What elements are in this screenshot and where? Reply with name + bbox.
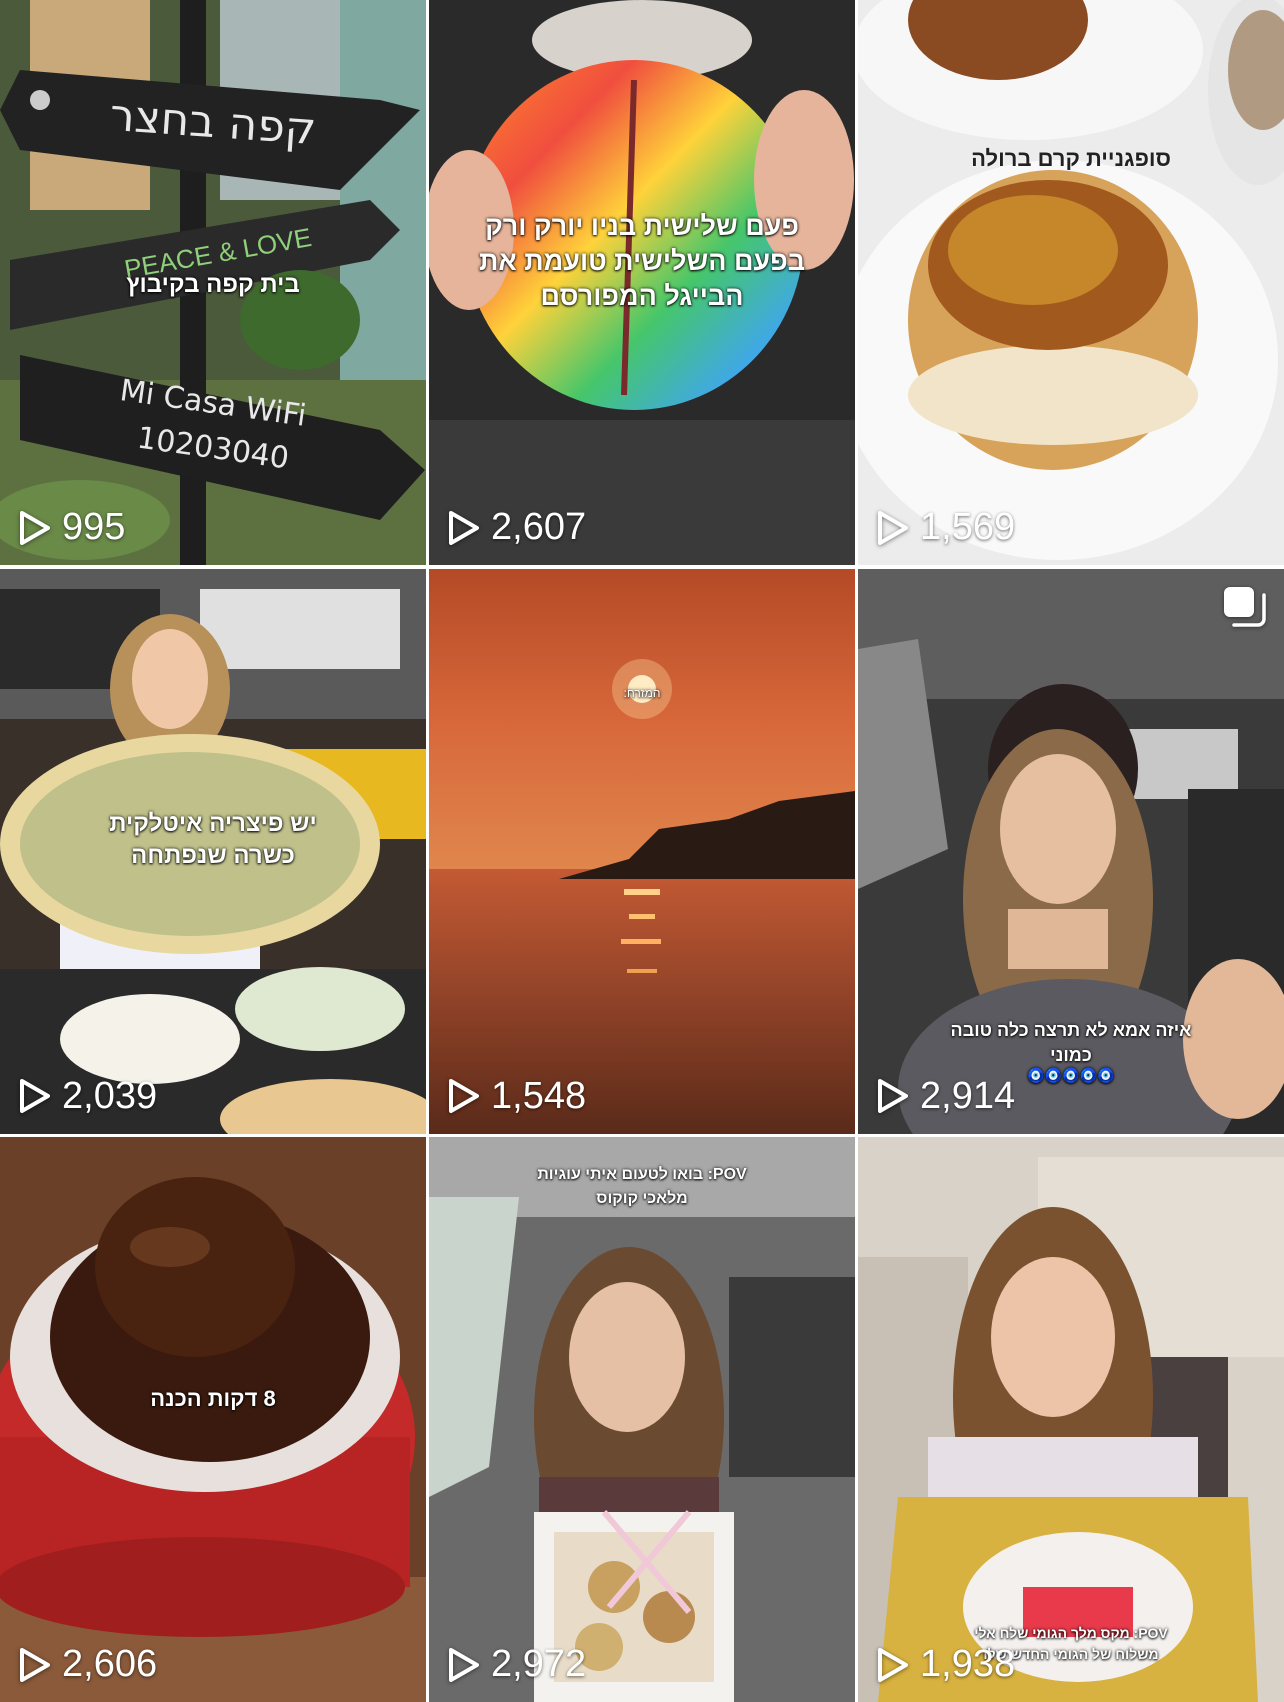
post-thumbnail: [0, 1137, 426, 1702]
play-icon: [18, 509, 52, 547]
post-tile[interactable]: פעם שלישית בניו יורק ורק בפעם השלישית טו…: [429, 0, 855, 565]
view-count-text: 2,039: [62, 1074, 158, 1117]
view-count: 1,938: [876, 1643, 1015, 1686]
post-caption: בית קפה בקיבוץ: [126, 271, 300, 298]
post-thumbnail: [429, 568, 855, 1134]
view-count: 995: [18, 506, 125, 549]
play-icon: [876, 1077, 910, 1115]
view-count: 2,039: [18, 1075, 157, 1118]
post-tile[interactable]: יש פיצריה איטלקית כשרה שנפתחה 2,039: [0, 568, 426, 1134]
post-caption-line-3: הבייגל המפורסם: [540, 281, 744, 311]
post-caption: המזרח:: [623, 685, 661, 700]
view-count-text: 995: [62, 506, 126, 548]
post-tile[interactable]: סופגניית קרם ברולה 1,569: [858, 0, 1284, 565]
view-count: 2,914: [876, 1075, 1015, 1118]
play-icon: [447, 1646, 481, 1684]
post-caption-line-2: בפעם השלישית טועמת את: [478, 246, 806, 276]
post-caption-line-1: פעם שלישית בניו יורק ורק: [485, 211, 799, 241]
play-icon: [876, 1646, 910, 1684]
play-icon: [876, 509, 910, 547]
view-count-text: 2,914: [920, 1074, 1016, 1117]
view-count: 1,569: [876, 506, 1015, 549]
post-tile[interactable]: POV: בואו לטעום איתי עוגיות מלאכי קוקוס …: [429, 1137, 855, 1702]
play-icon: [18, 1077, 52, 1115]
post-tile[interactable]: המזרח: 1,548: [429, 568, 855, 1134]
post-caption: סופגניית קרם ברולה: [971, 146, 1171, 171]
posts-grid: קפה בחצר PEACE & LOVE בית קפה בקיבוץ Mi …: [0, 0, 1284, 1702]
view-count-text: 1,938: [920, 1643, 1016, 1685]
view-count: 2,606: [18, 1643, 157, 1686]
post-caption-line-2: כמוני: [1050, 1044, 1092, 1065]
view-count: 2,972: [447, 1643, 586, 1686]
view-count-text: 2,972: [491, 1643, 587, 1685]
post-tile[interactable]: איזה אמא לא תרצה כלה טובה כמוני 🧿🧿🧿🧿🧿 2,…: [858, 568, 1284, 1134]
view-count: 1,548: [447, 1075, 586, 1118]
play-icon: [18, 1646, 52, 1684]
play-icon: [447, 509, 481, 547]
post-caption-line-1: איזה אמא לא תרצה כלה טובה: [950, 1019, 1192, 1040]
post-caption: 8 דקות הכנה: [150, 1386, 276, 1411]
post-tile[interactable]: 8 דקות הכנה 2,606: [0, 1137, 426, 1702]
post-caption-line-1: POV: בואו לטעום איתי עוגיות: [537, 1166, 747, 1183]
view-count-text: 2,607: [491, 506, 587, 548]
carousel-icon: [1222, 585, 1266, 629]
post-thumbnail: [429, 1137, 855, 1702]
post-tile[interactable]: POV: מקס מלך הגומי שלח אלי משלוח של הגומ…: [858, 1137, 1284, 1702]
post-caption-line-2: כשרה שנפתחה: [131, 841, 295, 869]
view-count-text: 2,606: [62, 1643, 158, 1685]
post-thumbnail: [858, 0, 1284, 565]
post-caption-line-1: POV: מקס מלך הגומי שלח אלי: [974, 1625, 1168, 1641]
play-icon: [447, 1077, 481, 1115]
view-count-text: 1,548: [491, 1074, 587, 1117]
post-caption-line-2: מלאכי קוקוס: [596, 1190, 688, 1207]
view-count-text: 1,569: [920, 506, 1016, 548]
view-count: 2,607: [447, 506, 586, 549]
post-caption-line-1: יש פיצריה איטלקית: [109, 809, 317, 837]
post-tile[interactable]: קפה בחצר PEACE & LOVE בית קפה בקיבוץ Mi …: [0, 0, 426, 565]
post-thumbnail: [858, 1137, 1284, 1702]
